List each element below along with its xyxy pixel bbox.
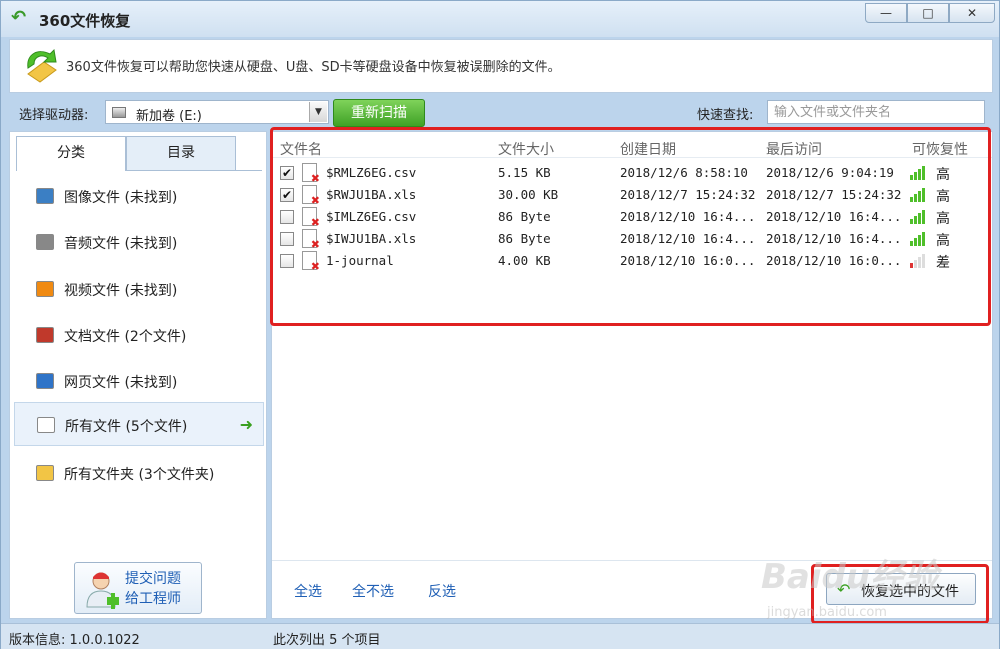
- disk-icon: [112, 107, 126, 118]
- category-item[interactable]: 视频文件 (未找到): [14, 267, 264, 311]
- app-logo-icon: ↶: [11, 7, 27, 28]
- minimize-button[interactable]: —: [865, 3, 907, 23]
- recover-arrow-icon: [27, 48, 57, 83]
- highlight-box-file-list: [270, 127, 991, 326]
- close-button[interactable]: ✕: [949, 3, 995, 23]
- tab-category[interactable]: 分类: [16, 136, 126, 171]
- maximize-button[interactable]: □: [907, 3, 949, 23]
- music-icon: [36, 234, 54, 250]
- category-label: 所有文件夹 (3个文件夹): [64, 467, 215, 483]
- feedback-button[interactable]: 提交问题 给工程师: [74, 562, 202, 614]
- feedback-line2: 给工程师: [125, 591, 181, 607]
- category-label: 网页文件 (未找到): [64, 375, 178, 391]
- status-bar: 版本信息: 1.0.0.1022 此次列出 5 个项目: [1, 623, 999, 649]
- category-label: 所有文件 (5个文件): [65, 419, 188, 435]
- engineer-icon: [86, 572, 119, 609]
- watermark-logo: Baidu经验: [761, 557, 939, 597]
- drive-value: 新加卷 (E:): [136, 109, 202, 124]
- category-item[interactable]: 网页文件 (未找到): [14, 359, 264, 403]
- document-icon: [36, 327, 54, 343]
- select-all-link[interactable]: 全选: [294, 581, 322, 601]
- feedback-line1: 提交问题: [125, 571, 181, 587]
- drive-label: 选择驱动器:: [19, 108, 89, 123]
- left-panel: 分类 目录 图像文件 (未找到) 音频文件 (未找到) 视频文件 (未找到) 文档文件…: [9, 131, 267, 619]
- category-label: 音频文件 (未找到): [64, 236, 178, 252]
- selected-arrow-icon: ➜: [239, 415, 253, 434]
- category-label: 图像文件 (未找到): [64, 190, 178, 206]
- watermark-url: jingyan.baidu.com: [767, 605, 887, 620]
- folder-icon: [36, 465, 54, 481]
- category-item[interactable]: 图像文件 (未找到): [14, 174, 264, 218]
- category-item[interactable]: 所有文件 (5个文件) ➜: [14, 402, 264, 446]
- category-item[interactable]: 文档文件 (2个文件): [14, 313, 264, 357]
- webpage-icon: [36, 373, 54, 389]
- app-window: ↶ 360文件恢复 — □ ✕ 360文件恢复可以帮助您快速从硬盘、U盘、SD卡…: [0, 0, 1000, 649]
- category-label: 视频文件 (未找到): [64, 283, 178, 299]
- dropdown-arrow-icon[interactable]: ▼: [309, 102, 327, 122]
- invert-selection-link[interactable]: 反选: [428, 581, 456, 601]
- rescan-button[interactable]: 重新扫描: [333, 99, 425, 127]
- image-icon: [36, 188, 54, 204]
- category-item[interactable]: 音频文件 (未找到): [14, 220, 264, 264]
- file-icon: [37, 417, 55, 433]
- search-label: 快速查找:: [697, 108, 754, 123]
- tab-directory[interactable]: 目录: [126, 136, 236, 170]
- drive-bar: 选择驱动器: 新加卷 (E:) ▼ 重新扫描 快速查找:: [9, 97, 993, 129]
- category-label: 文档文件 (2个文件): [64, 329, 187, 345]
- title-bar: ↶ 360文件恢复 — □ ✕: [1, 1, 999, 37]
- search-input[interactable]: [767, 100, 985, 124]
- banner-text: 360文件恢复可以帮助您快速从硬盘、U盘、SD卡等硬盘设备中恢复被误删除的文件。: [66, 60, 561, 75]
- video-icon: [36, 281, 54, 297]
- category-item[interactable]: 所有文件夹 (3个文件夹): [14, 451, 264, 495]
- item-count: 此次列出 5 个项目: [273, 633, 381, 648]
- drive-select[interactable]: 新加卷 (E:) ▼: [105, 100, 329, 124]
- feedback-text: 提交问题 给工程师: [125, 569, 181, 609]
- info-banner: 360文件恢复可以帮助您快速从硬盘、U盘、SD卡等硬盘设备中恢复被误删除的文件。: [9, 39, 993, 93]
- select-none-link[interactable]: 全不选: [352, 581, 394, 601]
- version-info: 版本信息: 1.0.0.1022: [9, 633, 140, 648]
- app-title: 360文件恢复: [39, 12, 131, 30]
